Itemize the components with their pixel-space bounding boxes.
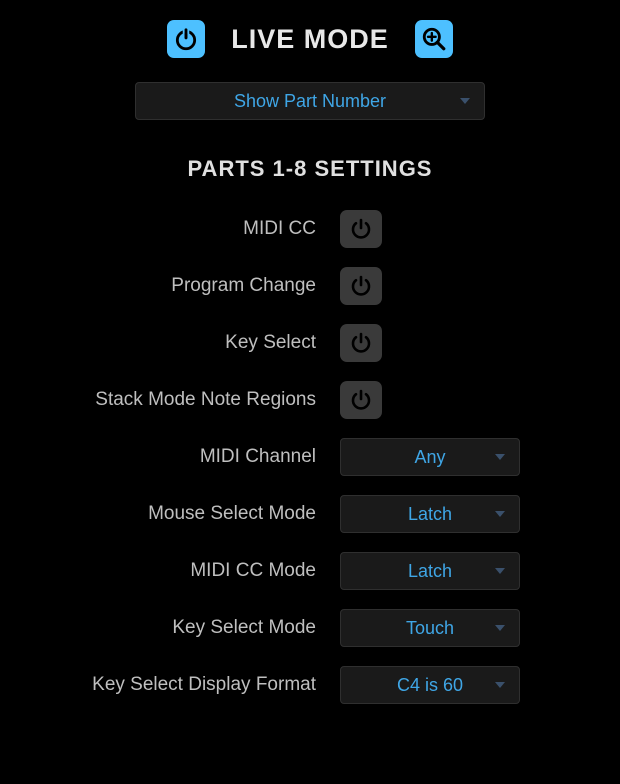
power-icon: [349, 217, 373, 241]
setting-row: MIDI Channel Any: [20, 438, 600, 476]
toggle-button[interactable]: [340, 267, 382, 305]
setting-row: Key Select Display Format C4 is 60: [20, 666, 600, 704]
setting-row: Program Change: [20, 267, 600, 305]
section-title: PARTS 1-8 SETTINGS: [10, 156, 610, 182]
toggle-button[interactable]: [340, 210, 382, 248]
dropdown-value: Touch: [406, 618, 454, 639]
live-mode-title: LIVE MODE: [231, 24, 389, 55]
live-mode-panel: LIVE MODE Show Part Number PARTS 1-8 SET…: [0, 0, 620, 784]
show-part-dropdown-label: Show Part Number: [234, 91, 386, 112]
dropdown-value: C4 is 60: [397, 675, 463, 696]
dropdown[interactable]: C4 is 60: [340, 666, 520, 704]
chevron-down-icon: [495, 625, 505, 631]
setting-label: Stack Mode Note Regions: [20, 389, 340, 411]
show-part-dropdown[interactable]: Show Part Number: [135, 82, 485, 120]
setting-label: Key Select: [20, 332, 340, 354]
dropdown[interactable]: Latch: [340, 552, 520, 590]
chevron-down-icon: [495, 682, 505, 688]
header-row: LIVE MODE: [10, 20, 610, 58]
settings-list: MIDI CC Program Change Key Select Stack Mod…: [10, 210, 610, 704]
power-icon: [349, 331, 373, 355]
dropdown[interactable]: Any: [340, 438, 520, 476]
dropdown[interactable]: Latch: [340, 495, 520, 533]
chevron-down-icon: [460, 98, 470, 104]
setting-row: Stack Mode Note Regions: [20, 381, 600, 419]
chevron-down-icon: [495, 511, 505, 517]
toggle-button[interactable]: [340, 324, 382, 362]
setting-label: Mouse Select Mode: [20, 503, 340, 525]
toggle-button[interactable]: [340, 381, 382, 419]
chevron-down-icon: [495, 568, 505, 574]
zoom-in-icon: [421, 26, 447, 52]
power-icon: [173, 26, 199, 52]
setting-label: MIDI Channel: [20, 446, 340, 468]
setting-label: Program Change: [20, 275, 340, 297]
setting-row: Mouse Select Mode Latch: [20, 495, 600, 533]
setting-row: Key Select Mode Touch: [20, 609, 600, 647]
power-icon: [349, 274, 373, 298]
zoom-button[interactable]: [415, 20, 453, 58]
dropdown-value: Latch: [408, 504, 452, 525]
setting-label: MIDI CC Mode: [20, 560, 340, 582]
setting-row: MIDI CC: [20, 210, 600, 248]
live-mode-power-button[interactable]: [167, 20, 205, 58]
dropdown-value: Latch: [408, 561, 452, 582]
setting-row: MIDI CC Mode Latch: [20, 552, 600, 590]
dropdown[interactable]: Touch: [340, 609, 520, 647]
setting-label: Key Select Mode: [20, 617, 340, 639]
setting-label: Key Select Display Format: [20, 674, 340, 696]
chevron-down-icon: [495, 454, 505, 460]
power-icon: [349, 388, 373, 412]
setting-row: Key Select: [20, 324, 600, 362]
dropdown-value: Any: [414, 447, 445, 468]
setting-label: MIDI CC: [20, 218, 340, 240]
